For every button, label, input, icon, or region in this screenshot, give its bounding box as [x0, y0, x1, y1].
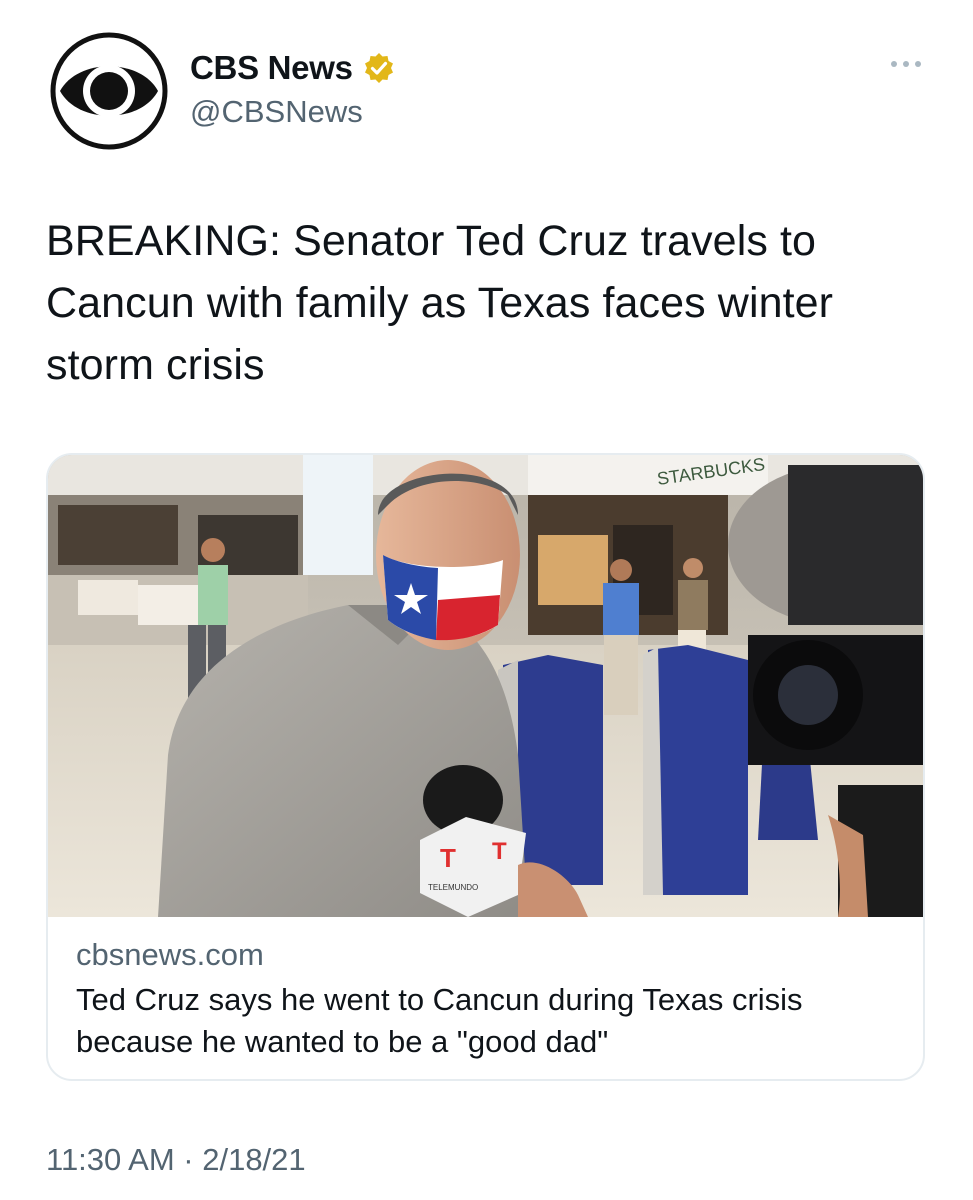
tweet-text: BREAKING: Senator Ted Cruz travels to Ca…	[46, 217, 834, 389]
cbs-eye-logo-icon	[50, 32, 168, 150]
card-domain: cbsnews.com	[76, 937, 264, 972]
card-headline: Ted Cruz says he went to Cancun during T…	[76, 982, 803, 1059]
author-block[interactable]: CBS News @CBSNews	[190, 46, 395, 134]
card-image[interactable]: STARBUCKS T T TELEMUNDO	[48, 455, 925, 917]
author-name[interactable]: CBS News	[190, 46, 353, 90]
svg-text:T: T	[492, 838, 507, 865]
link-card[interactable]: STARBUCKS T T TELEMUNDO cbsnews.com Ted …	[46, 453, 925, 1081]
ellipsis-icon	[891, 61, 921, 67]
author-handle[interactable]: @CBSNews	[190, 90, 395, 134]
tweet-timestamp[interactable]: 11:30 AM · 2/18/21	[46, 1138, 306, 1182]
card-meta[interactable]: cbsnews.com Ted Cruz says he went to Can…	[76, 933, 896, 1063]
mic-label: TELEMUNDO	[428, 883, 478, 892]
svg-text:T: T	[440, 843, 456, 873]
verified-badge-icon	[364, 53, 393, 83]
more-options-button[interactable]	[886, 52, 930, 76]
avatar[interactable]	[50, 32, 168, 150]
